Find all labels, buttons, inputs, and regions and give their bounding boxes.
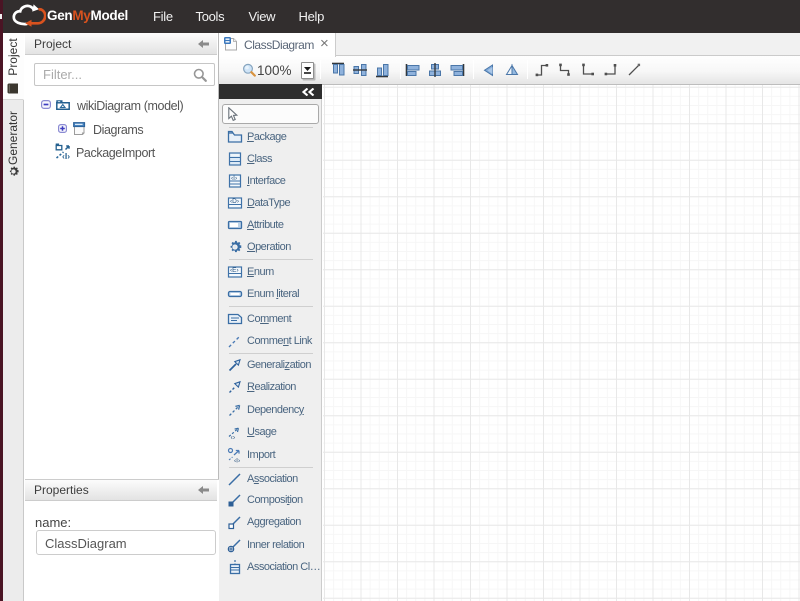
svg-text:‹E›: ‹E› (230, 267, 239, 274)
svg-text:‹D›: ‹D› (230, 198, 239, 205)
svg-text:‹I›: ‹I› (62, 151, 70, 160)
svg-text:‹I›: ‹I› (231, 175, 237, 182)
svg-text:‹I›: ‹I› (234, 458, 240, 464)
svg-text:‹›: ‹› (231, 435, 236, 441)
